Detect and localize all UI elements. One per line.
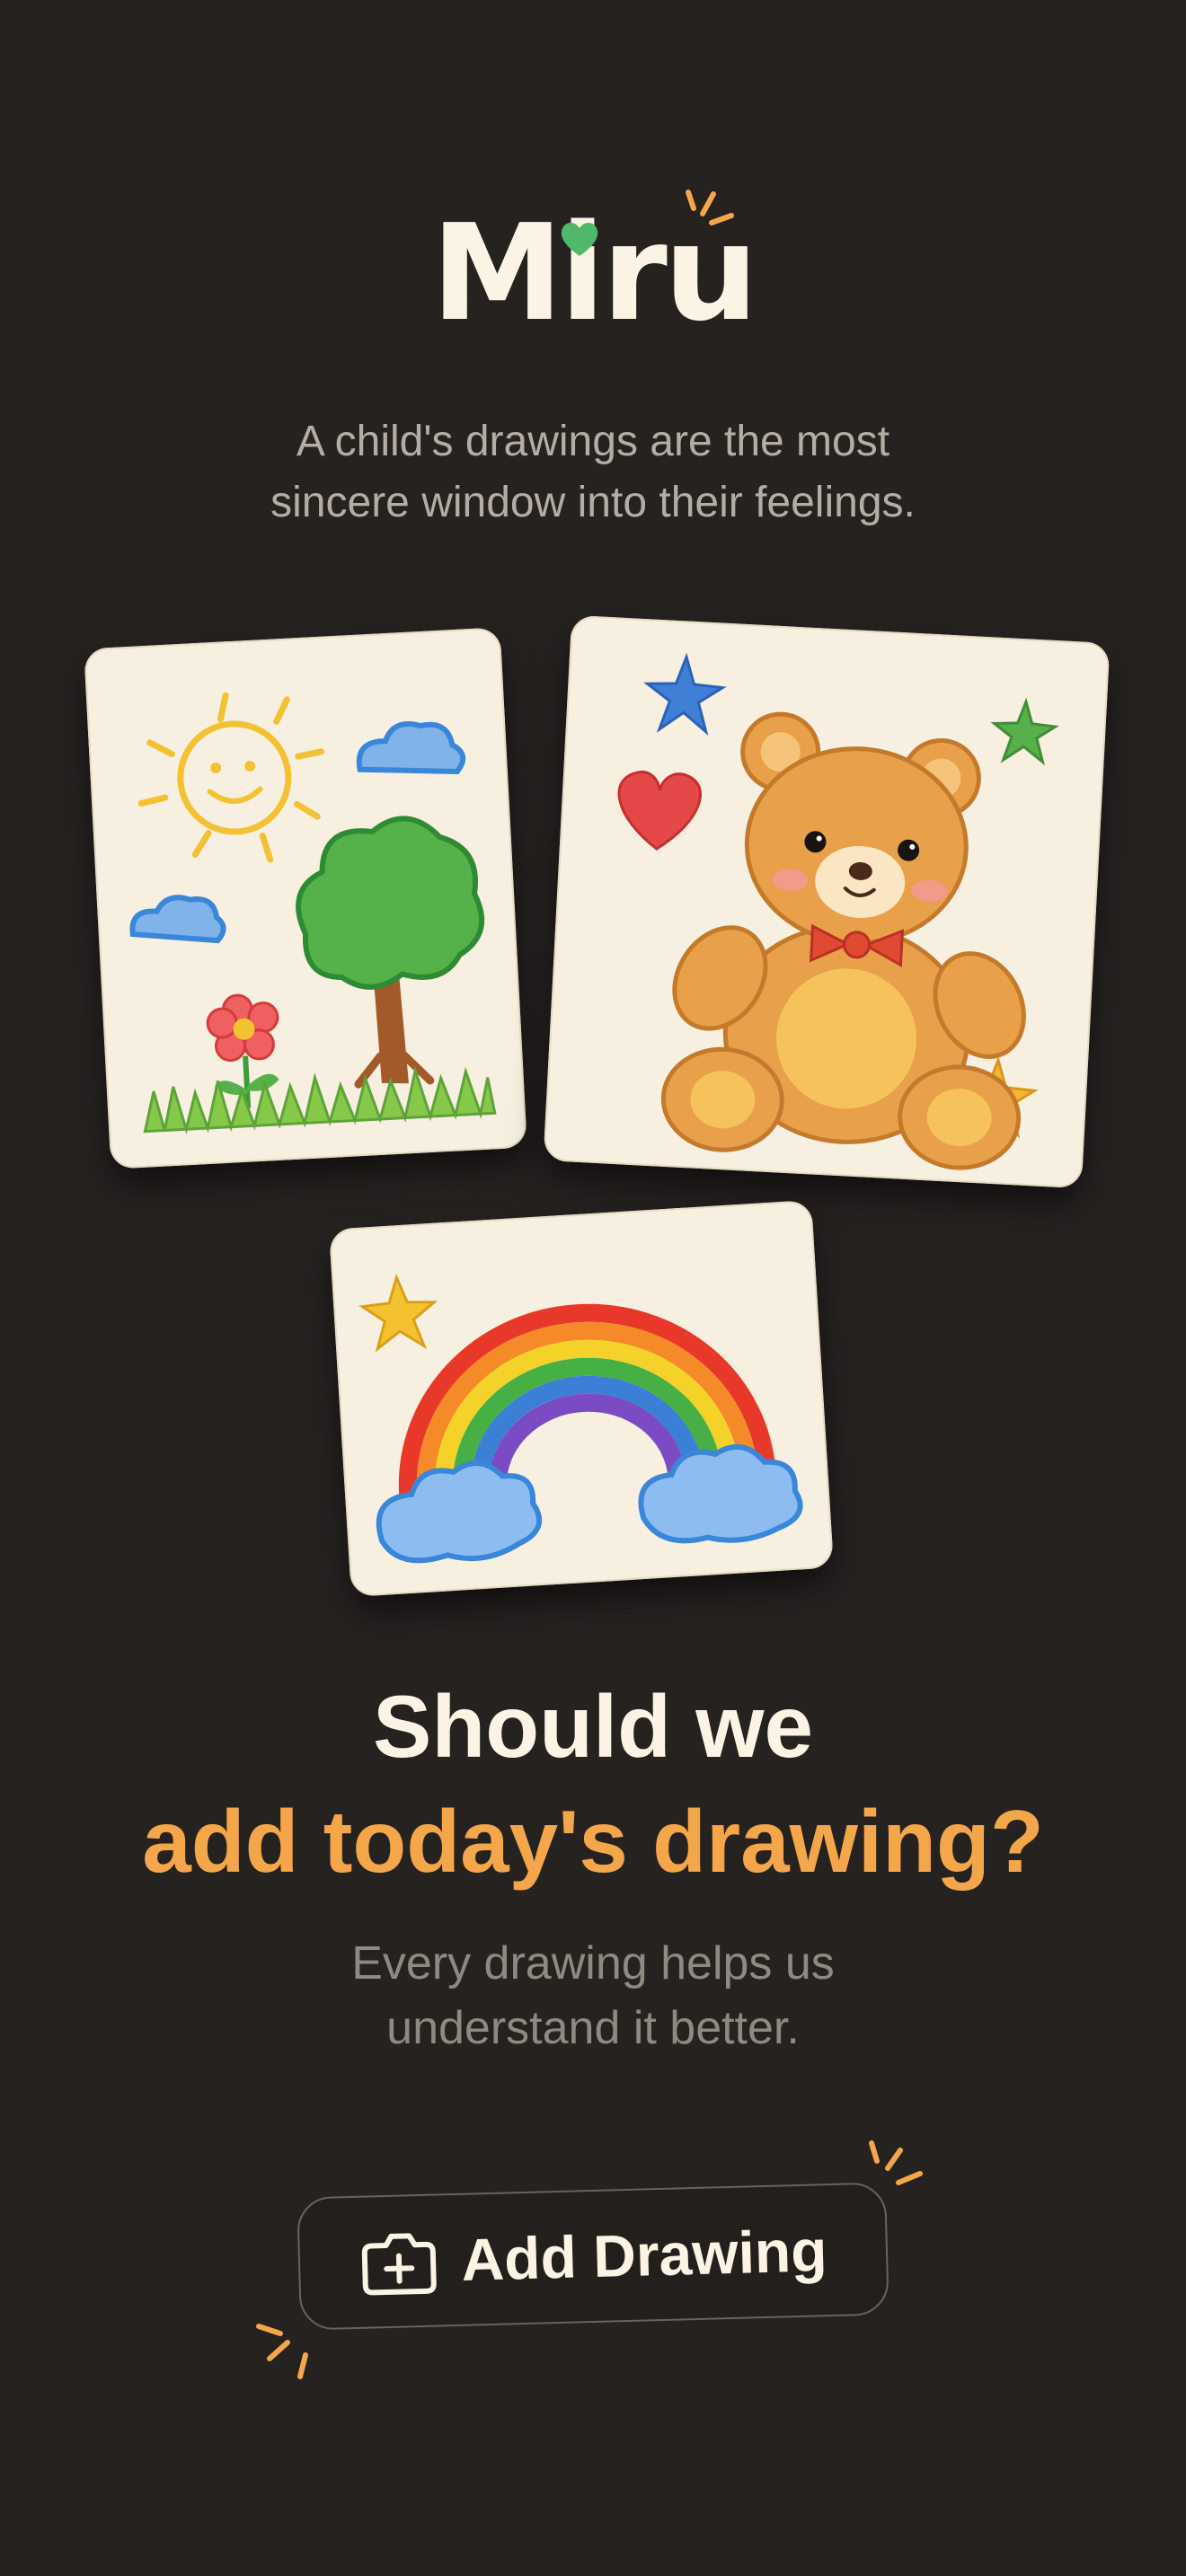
teddy-bear-drawing: [617, 652, 1059, 1170]
headline-line-1: Should we: [373, 1677, 813, 1776]
rainbow-drawing: [358, 1273, 803, 1564]
subtext: Every drawing helps us understand it bet…: [351, 1937, 835, 2054]
sparkle-icon: [686, 190, 734, 225]
heart-icon: [561, 223, 598, 256]
drawing-card-sun-tree[interactable]: [84, 627, 527, 1169]
add-drawing-label: Add Drawing: [460, 2217, 828, 2293]
add-drawing-button[interactable]: Add Drawing: [296, 2182, 890, 2331]
drawing-card-teddy-bear[interactable]: [543, 614, 1111, 1189]
headline-line-2: add today's drawing?: [142, 1792, 1044, 1891]
add-photo-icon: [361, 2233, 437, 2296]
tagline: A child's drawings are the most sincere …: [270, 418, 916, 526]
drawing-card-rainbow[interactable]: [328, 1199, 835, 1598]
sun-tree-drawing: [129, 692, 497, 1134]
sparkle-icon: [256, 2324, 308, 2379]
